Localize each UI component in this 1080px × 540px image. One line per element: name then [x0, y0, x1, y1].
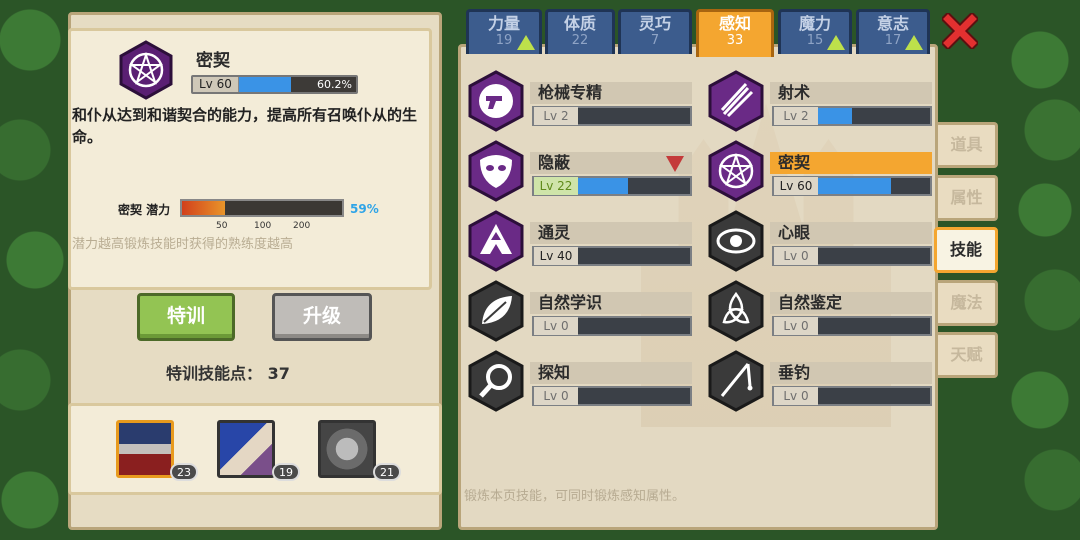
- training-points: 特训技能点： 37: [166, 364, 290, 383]
- side-tab-items[interactable]: 道具: [938, 122, 998, 168]
- level-tag: Lv 60: [193, 77, 239, 92]
- pistol-icon: [468, 70, 524, 132]
- skill-progress-bar: Lv 2: [532, 106, 692, 126]
- tab-value: 22: [571, 33, 589, 48]
- skill-name: 枪械专精: [538, 83, 603, 102]
- skill-level: Lv 2: [774, 107, 818, 125]
- skill-stealth[interactable]: 隐蔽 Lv 22: [466, 140, 692, 202]
- pentagram-icon: [708, 140, 764, 202]
- skill-name: 密契: [778, 153, 811, 172]
- skill-level: Lv 0: [534, 317, 578, 335]
- member-level-badge: 23: [170, 463, 198, 481]
- skill-progress-bar: Lv 40: [532, 246, 692, 266]
- tab-label: 体质: [563, 14, 596, 33]
- pentagram-icon: [119, 40, 173, 100]
- side-tab-skills[interactable]: 技能: [934, 227, 998, 273]
- selected-skill-name: 密契: [196, 51, 230, 71]
- potential-tick: 50: [216, 221, 228, 231]
- decrease-marker-icon: [666, 156, 684, 172]
- skill-mind-eye[interactable]: 心眼 Lv 0: [706, 210, 932, 272]
- skill-pact[interactable]: 密契 Lv 60: [706, 140, 932, 202]
- skill-archery[interactable]: 射术 Lv 2: [706, 70, 932, 132]
- skill-name: 隐蔽: [538, 153, 571, 172]
- potential-tick: 100: [254, 221, 272, 231]
- skill-progress-bar: Lv 0: [772, 246, 932, 266]
- tab-will[interactable]: 意志 17: [856, 9, 930, 54]
- upgrade-arrow-icon: [905, 35, 923, 50]
- side-tab-talents[interactable]: 天赋: [938, 332, 998, 378]
- skill-name: 探知: [538, 363, 571, 382]
- party-member-1[interactable]: [116, 420, 174, 478]
- tab-strength[interactable]: 力量 19: [466, 9, 542, 54]
- party-member-2[interactable]: [217, 420, 275, 478]
- skill-level: Lv 2: [534, 107, 578, 125]
- magnifier-icon: [468, 350, 524, 412]
- skill-progress-bar: Lv 2: [772, 106, 932, 126]
- skill-firearms[interactable]: 枪械专精 Lv 2: [466, 70, 692, 132]
- member-level-badge: 21: [373, 463, 401, 481]
- party-member-3[interactable]: [318, 420, 376, 478]
- potential-tick: 200: [293, 221, 311, 231]
- skill-name: 垂钓: [778, 363, 811, 382]
- tab-label: 灵巧: [638, 14, 671, 33]
- skill-name: 射术: [778, 83, 811, 102]
- skill-name: 自然鉴定: [778, 293, 843, 312]
- side-tab-magic[interactable]: 魔法: [938, 280, 998, 326]
- potential-label: 密契 潜力: [118, 203, 171, 217]
- skill-level: Lv 0: [774, 387, 818, 405]
- potential-fill: [182, 201, 226, 215]
- side-tab-attributes[interactable]: 属性: [938, 175, 998, 221]
- potential-percent: 59%: [350, 202, 379, 216]
- skill-name: 自然学识: [538, 293, 603, 312]
- upgrade-button[interactable]: 升级: [272, 293, 372, 341]
- skill-level: Lv 22: [534, 177, 578, 195]
- member-level-badge: 19: [272, 463, 300, 481]
- skill-progress-bar: Lv 0: [772, 316, 932, 336]
- skill-level: Lv 0: [534, 387, 578, 405]
- progress-percent: 60.2%: [317, 78, 352, 91]
- triquetra-icon: [708, 280, 764, 342]
- tab-label: 感知: [718, 14, 751, 33]
- leaf-icon: [468, 280, 524, 342]
- page-hint: 锻炼本页技能，可同时锻炼感知属性。: [464, 489, 686, 504]
- skill-progress-bar: Lv 0: [532, 386, 692, 406]
- potential-hint: 潜力越高锻炼技能时获得的熟练度越高: [72, 237, 294, 252]
- selected-skill-progress: Lv 60 60.2%: [191, 75, 358, 94]
- skill-nature-identify[interactable]: 自然鉴定 Lv 0: [706, 280, 932, 342]
- tab-dexterity[interactable]: 灵巧 7: [618, 9, 692, 54]
- skill-description: 和仆从达到和谐契合的能力，提高所有召唤仆从的生命。: [72, 106, 418, 146]
- skill-progress-bar: Lv 0: [532, 316, 692, 336]
- tab-label: 魔力: [798, 14, 831, 33]
- upgrade-arrow-icon: [517, 35, 535, 50]
- arrows-icon: [708, 70, 764, 132]
- tab-value: 33: [726, 33, 744, 48]
- skill-nature-lore[interactable]: 自然学识 Lv 0: [466, 280, 692, 342]
- triforce-icon: [468, 210, 524, 272]
- skill-level: Lv 60: [774, 177, 818, 195]
- tab-label: 力量: [487, 14, 520, 33]
- skill-progress-bar: Lv 22: [532, 176, 692, 196]
- skill-level: Lv 40: [534, 247, 578, 265]
- skill-progress-bar: Lv 0: [772, 386, 932, 406]
- mask-icon: [468, 140, 524, 202]
- tab-constitution[interactable]: 体质 22: [545, 9, 615, 54]
- skill-necromancy[interactable]: 通灵 Lv 40: [466, 210, 692, 272]
- vortex-eye-icon: [708, 210, 764, 272]
- close-icon[interactable]: [942, 13, 978, 49]
- tab-label: 意志: [876, 14, 909, 33]
- potential-bar: [180, 199, 344, 217]
- skill-detection[interactable]: 探知 Lv 0: [466, 350, 692, 412]
- tab-magic[interactable]: 魔力 15: [778, 9, 852, 54]
- skill-fishing[interactable]: 垂钓 Lv 0: [706, 350, 932, 412]
- skill-progress-bar: Lv 60: [772, 176, 932, 196]
- tab-perception[interactable]: 感知 33: [696, 9, 774, 57]
- skill-level: Lv 0: [774, 247, 818, 265]
- fishing-rod-icon: [708, 350, 764, 412]
- tab-value: 7: [650, 33, 660, 48]
- train-button[interactable]: 特训: [137, 293, 235, 341]
- upgrade-arrow-icon: [827, 35, 845, 50]
- skill-level: Lv 0: [774, 317, 818, 335]
- skill-name: 心眼: [778, 223, 811, 242]
- skill-name: 通灵: [538, 223, 571, 242]
